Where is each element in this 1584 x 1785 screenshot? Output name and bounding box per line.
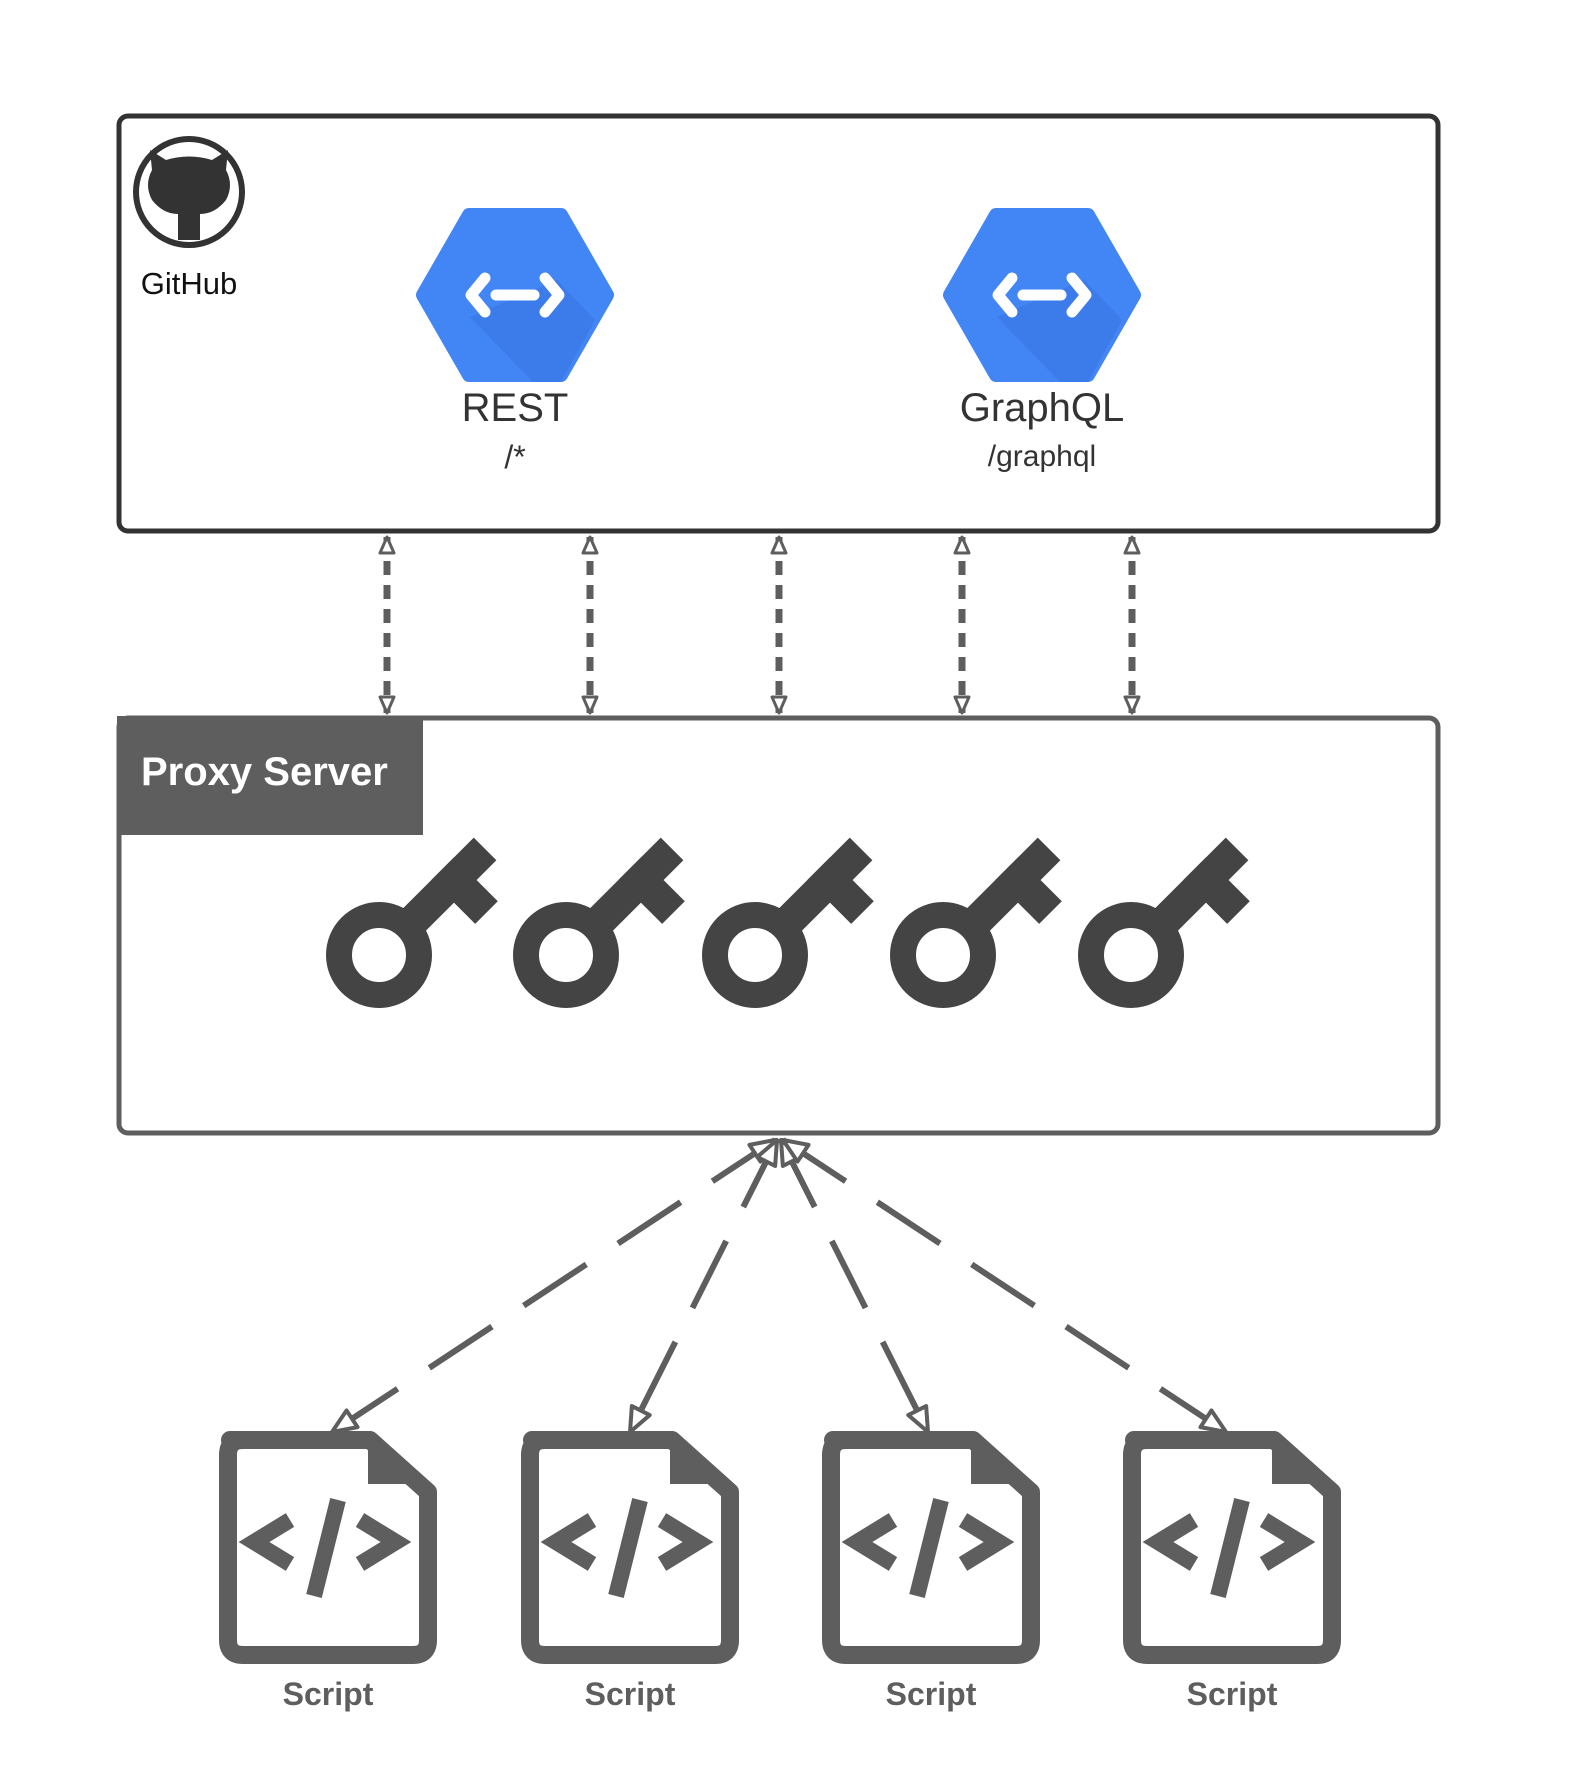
github-container xyxy=(116,113,1441,534)
connector-arrow xyxy=(627,1138,780,1434)
script-label: Script xyxy=(283,1676,374,1712)
connector-arrow xyxy=(781,1137,1228,1435)
github-octocat-icon xyxy=(133,136,245,248)
graphql-api-icon xyxy=(950,215,1134,382)
code-file-icon xyxy=(228,1440,428,1655)
github-label: GitHub xyxy=(141,266,237,301)
script-label: Script xyxy=(1187,1676,1278,1712)
graphql-api-path: /graphql xyxy=(988,440,1096,473)
script-label: Script xyxy=(886,1676,977,1712)
proxy-server-title: Proxy Server xyxy=(141,750,388,794)
script-label: Script xyxy=(585,1676,676,1712)
code-file-icon xyxy=(831,1440,1031,1655)
connector-arrow xyxy=(330,1137,777,1435)
rest-api-path: /* xyxy=(504,439,525,475)
graphql-api-name: GraphQL xyxy=(960,386,1125,430)
code-file-icon xyxy=(1132,1440,1332,1655)
code-file-icon xyxy=(530,1440,730,1655)
rest-api-name: REST xyxy=(462,386,569,430)
rest-api-icon xyxy=(423,215,607,382)
connector-arrow xyxy=(778,1138,931,1434)
architecture-diagram: GitHub REST /* GraphQL /graphql Proxy Se… xyxy=(116,113,1441,1712)
